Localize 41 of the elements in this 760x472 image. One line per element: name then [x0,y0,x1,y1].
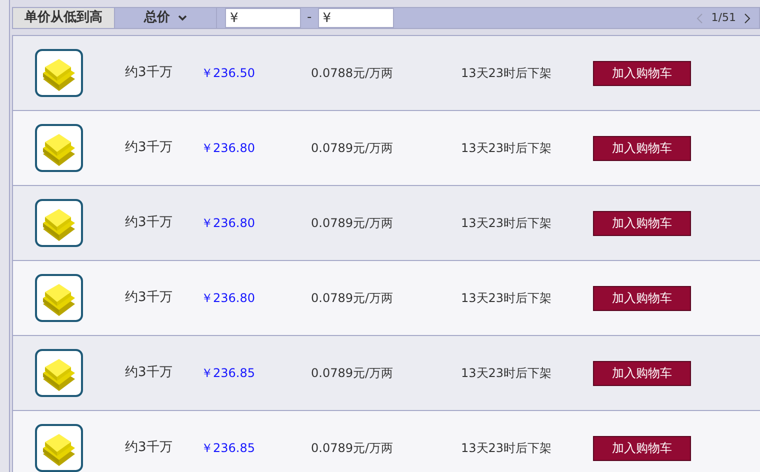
time-left-text: 13天23时后下架 [460,440,553,457]
add-to-cart-button[interactable]: 加入购物车 [593,60,691,86]
add-to-cart-button[interactable]: 加入购物车 [593,286,691,310]
unit-price-text: 0.0789元/万两 [310,440,394,457]
unit-price-text: 0.0789元/万两 [310,215,394,232]
amount-text: 约3千万 [124,139,174,158]
amount-text: 约3千万 [124,364,174,382]
ingot-stack-icon [35,199,83,247]
price-text: ￥236.80 [200,140,256,157]
unit-price-text: 0.0789元/万两 [310,290,394,307]
price-text: ￥236.80 [200,215,256,232]
range-separator: - [307,9,312,28]
time-left-text: 13天23时后下架 [460,215,553,232]
add-to-cart-button[interactable]: 加入购物车 [593,136,691,160]
unit-price-text: 0.0789元/万两 [310,365,394,382]
price-text: ￥236.50 [200,65,256,82]
ingot-stack-icon [35,349,83,397]
amount-text: 约3千万 [124,64,174,82]
min-price-field[interactable]: ¥ [225,8,301,28]
price-text: ￥236.85 [200,440,256,457]
max-price-field[interactable]: ¥ [318,8,394,28]
price-text: ￥236.80 [200,290,256,307]
unit-price-text: 0.0789元/万两 [310,140,394,157]
ingot-stack-icon [35,124,83,172]
page-indicator: 1/51 [711,10,736,26]
price-text: ￥236.85 [200,365,256,382]
add-to-cart-button[interactable]: 加入购物车 [593,436,691,460]
sort-tab[interactable]: 单价从低到高 [13,8,115,28]
amount-text: 约3千万 [124,439,174,458]
unit-price-text: 0.0788元/万两 [310,65,394,82]
ingot-stack-icon [35,274,83,322]
time-left-text: 13天23时后下架 [460,65,553,82]
time-left-text: 13天23时后下架 [460,365,553,382]
time-left-text: 13天23时后下架 [460,140,553,157]
add-to-cart-button[interactable]: 加入购物车 [593,210,691,236]
amount-text: 约3千万 [124,214,174,232]
amount-text: 约3千万 [124,289,174,308]
ingot-stack-icon [35,49,83,97]
next-page-icon[interactable] [744,12,751,24]
add-to-cart-button[interactable]: 加入购物车 [593,360,691,386]
time-left-text: 13天23时后下架 [460,290,553,307]
